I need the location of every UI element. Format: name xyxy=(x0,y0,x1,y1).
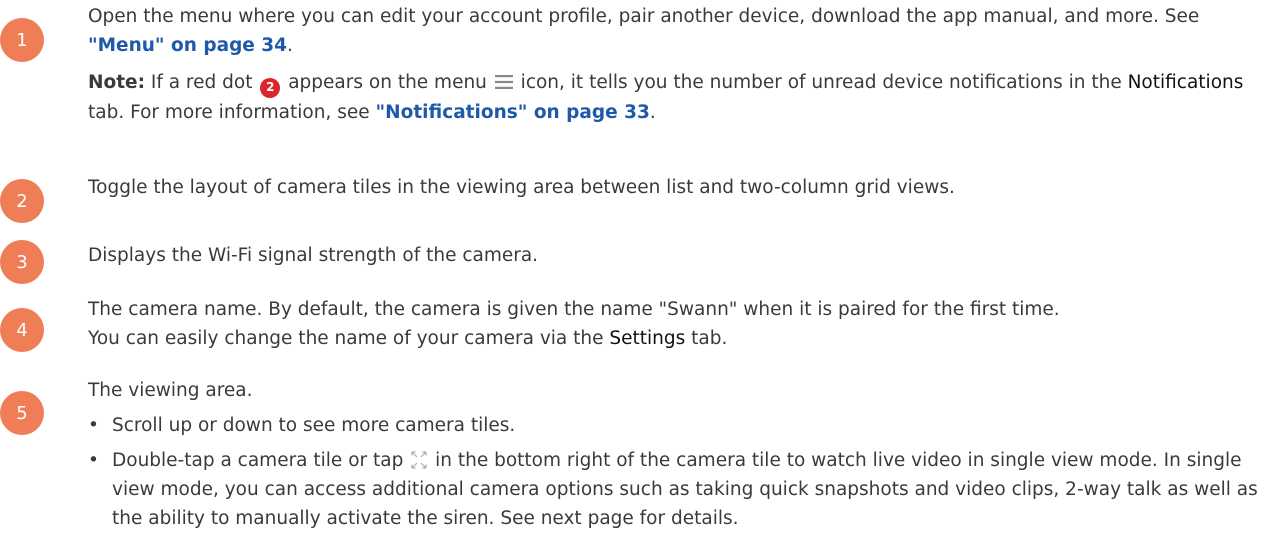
step-description: The viewing area. Scroll up or down to s… xyxy=(88,376,1268,539)
step-line: The camera name. By default, the camera … xyxy=(88,299,1060,320)
step-description: Toggle the layout of camera tiles in the… xyxy=(88,177,955,198)
step-number-badge: 3 xyxy=(0,240,44,284)
step-line: You can easily change the name of your c… xyxy=(88,328,728,349)
step-number-badge: 2 xyxy=(0,179,44,223)
settings-tab-name: Settings xyxy=(609,328,686,349)
note-label: Note: xyxy=(88,72,145,93)
notifications-tab-name: Notifications xyxy=(1127,72,1244,93)
step-number-badge: 1 xyxy=(0,18,44,62)
bullet-item: Double-tap a camera tile or tap in the b… xyxy=(88,446,1268,533)
menu-page-link[interactable]: "Menu" on page 34 xyxy=(88,35,287,56)
step-number-badge: 5 xyxy=(0,391,44,435)
menu-icon xyxy=(494,75,513,89)
step-description: The camera name. By default, the camera … xyxy=(88,295,1268,353)
step-description: Displays the Wi-Fi signal strength of th… xyxy=(88,245,539,266)
step-paragraph: Open the menu where you can edit your ac… xyxy=(88,6,1200,56)
expand-icon xyxy=(411,451,427,469)
bullet-list: Scroll up or down to see more camera til… xyxy=(88,411,1268,533)
note-paragraph: Note: If a red dot 2 appears on the menu… xyxy=(88,72,1244,123)
bullet-item: Scroll up or down to see more camera til… xyxy=(88,411,1268,440)
notification-dot-icon: 2 xyxy=(260,77,281,98)
step-number-badge: 4 xyxy=(0,308,44,352)
notifications-page-link[interactable]: "Notifications" on page 33 xyxy=(376,102,650,123)
step-paragraph: The viewing area. xyxy=(88,380,253,401)
step-description: Open the menu where you can edit your ac… xyxy=(88,2,1268,127)
